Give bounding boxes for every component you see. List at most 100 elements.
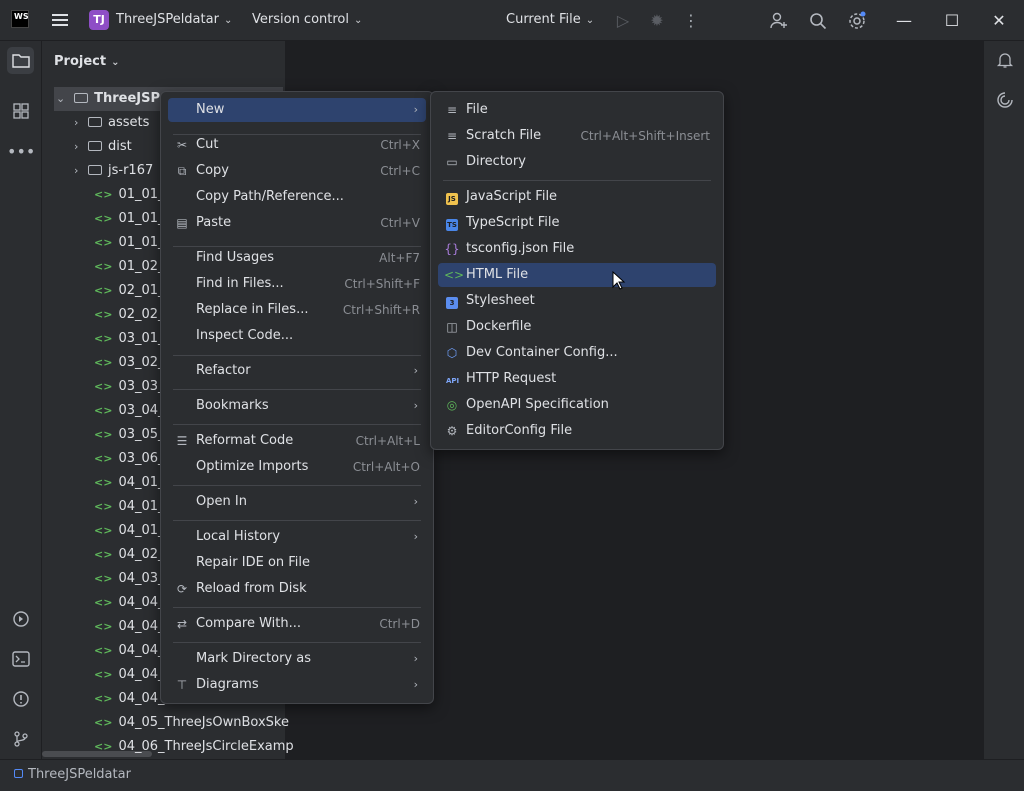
context-menu-item-replace-in-files[interactable]: Replace in Files... Ctrl+Shift+R: [168, 298, 426, 322]
new-menu-item-http-request[interactable]: API HTTP Request: [438, 367, 716, 391]
vcs-menu[interactable]: Version control ⌄: [252, 12, 362, 27]
tree-file[interactable]: <> 04_05_ThreeJsOwnBoxSke: [94, 711, 289, 735]
diagram-icon: ⊤: [176, 678, 188, 692]
tree-file-label: 04_05_ThreeJsOwnBoxSke: [118, 715, 289, 730]
new-menu-item-openapi-specification[interactable]: ◎ OpenAPI Specification: [438, 393, 716, 417]
context-menu-item-bookmarks[interactable]: Bookmarks ›: [168, 394, 426, 418]
menu-item-label: Refactor: [196, 363, 251, 378]
context-menu-item-local-history[interactable]: Local History ›: [168, 525, 426, 549]
context-menu-item-paste[interactable]: ▤ Paste Ctrl+V: [168, 211, 426, 235]
services-icon[interactable]: [7, 606, 34, 633]
settings-icon[interactable]: [846, 10, 868, 32]
status-breadcrumb[interactable]: ThreeJSPeldatar: [28, 767, 131, 782]
menu-item-label: EditorConfig File: [466, 423, 573, 438]
project-switcher[interactable]: ThreeJSPeldatar ⌄: [116, 12, 232, 27]
menu-item-label: Scratch File: [466, 128, 542, 143]
context-menu-item-find-in-files[interactable]: Find in Files... Ctrl+Shift+F: [168, 272, 426, 296]
context-menu-item-cut[interactable]: ✂ Cut Ctrl+X: [168, 133, 426, 157]
menu-item-shortcut: Ctrl+D: [379, 617, 420, 631]
chevron-right-icon: ›: [74, 164, 79, 177]
add-user-icon[interactable]: [768, 10, 790, 32]
new-menu-item-dockerfile[interactable]: ◫ Dockerfile: [438, 315, 716, 339]
menu-item-label: Mark Directory as: [196, 651, 311, 666]
project-folder-icon[interactable]: [7, 47, 34, 74]
search-icon[interactable]: [807, 10, 829, 32]
menu-item-label: Local History: [196, 529, 281, 544]
debug-icon[interactable]: ✹: [646, 10, 668, 32]
new-menu-item-editorconfig-file[interactable]: ⚙ EditorConfig File: [438, 419, 716, 443]
menu-item-shortcut: Ctrl+Alt+Shift+Insert: [580, 129, 710, 143]
new-menu-item-tsconfig-json-file[interactable]: {} tsconfig.json File: [438, 237, 716, 261]
new-menu-item-javascript-file[interactable]: JS JavaScript File: [438, 185, 716, 209]
new-menu-item-scratch-file[interactable]: ≡ Scratch File Ctrl+Alt+Shift+Insert: [438, 124, 716, 148]
context-menu-item-reformat-code[interactable]: ☰ Reformat Code Ctrl+Alt+L: [168, 429, 426, 453]
tree-folder[interactable]: › dist: [74, 135, 132, 159]
tree-folder[interactable]: › js-r167: [74, 159, 153, 183]
context-menu-item-mark-directory-as[interactable]: Mark Directory as ›: [168, 647, 426, 671]
gear-icon: ⚙: [446, 424, 458, 438]
structure-icon[interactable]: [7, 98, 34, 125]
menu-item-label: Repair IDE on File: [196, 555, 311, 570]
context-menu-item-optimize-imports[interactable]: Optimize Imports Ctrl+Alt+O: [168, 455, 426, 479]
context-menu-item-compare-with[interactable]: ⇄ Compare With... Ctrl+D: [168, 612, 426, 636]
problems-icon[interactable]: [7, 686, 34, 713]
new-menu-item-file[interactable]: ≡ File: [438, 98, 716, 122]
new-menu-item-html-file[interactable]: <> HTML File: [438, 263, 716, 287]
folder-icon: [88, 165, 102, 175]
context-menu-item-open-in[interactable]: Open In ›: [168, 490, 426, 514]
hamburger-icon[interactable]: [50, 11, 70, 29]
menu-separator: [173, 520, 421, 521]
ai-assistant-icon[interactable]: [991, 87, 1018, 114]
close-icon[interactable]: ✕: [988, 10, 1010, 32]
terminal-icon[interactable]: [7, 646, 34, 673]
menu-item-label: Optimize Imports: [196, 459, 309, 474]
html-file-icon: <>: [94, 716, 113, 729]
context-menu-item-copy-path-reference[interactable]: Copy Path/Reference...: [168, 185, 426, 209]
run-icon[interactable]: ▷: [612, 10, 634, 32]
html-file-icon: <>: [94, 212, 113, 225]
context-menu-item-reload-from-disk[interactable]: ⟳ Reload from Disk: [168, 577, 426, 601]
html-file-icon: <>: [94, 308, 113, 321]
html-file-icon: <>: [94, 188, 113, 201]
more-icon[interactable]: ⋮: [680, 10, 702, 32]
context-menu-item-new[interactable]: New ›: [168, 98, 426, 122]
more-tools-icon[interactable]: •••: [7, 138, 35, 165]
menu-item-label: HTTP Request: [466, 371, 557, 386]
context-menu-item-repair-ide-on-file[interactable]: Repair IDE on File: [168, 551, 426, 575]
menu-item-label: Find Usages: [196, 250, 275, 265]
html-file-icon: <>: [94, 644, 113, 657]
menu-item-label: Copy Path/Reference...: [196, 189, 344, 204]
tool-window-strip-right: [983, 41, 1024, 759]
javascript-icon: JS: [444, 185, 460, 209]
title-bar: WS TJ ThreeJSPeldatar ⌄ Version control ⌄ …: [0, 0, 1024, 41]
html-file-icon: <>: [94, 548, 113, 561]
new-menu-item-directory[interactable]: ▭ Directory: [438, 150, 716, 174]
project-panel-title[interactable]: Project ⌄: [54, 54, 119, 69]
new-menu-item-dev-container-config[interactable]: ⬡ Dev Container Config...: [438, 341, 716, 365]
tree-folder[interactable]: › assets: [74, 111, 149, 135]
folder-icon: [88, 141, 102, 151]
notifications-icon[interactable]: [991, 47, 1018, 74]
vcs-label: Version control: [252, 12, 349, 27]
context-menu-item-diagrams[interactable]: ⊤ Diagrams ›: [168, 673, 426, 697]
git-branch-icon[interactable]: [7, 726, 34, 753]
menu-separator: [173, 607, 421, 608]
maximize-icon[interactable]: ☐: [941, 10, 963, 32]
run-config-selector[interactable]: Current File ⌄: [506, 12, 594, 27]
chevron-right-icon: ›: [413, 399, 418, 412]
file-icon: ≡: [446, 103, 458, 117]
context-menu-item-copy[interactable]: ⧉ Copy Ctrl+C: [168, 159, 426, 183]
menu-item-label: tsconfig.json File: [466, 241, 575, 256]
new-menu-item-stylesheet[interactable]: 3 Stylesheet: [438, 289, 716, 313]
menu-item-label: Paste: [196, 215, 232, 230]
project-badge[interactable]: TJ: [89, 10, 109, 30]
context-menu-item-inspect-code[interactable]: Inspect Code...: [168, 324, 426, 348]
menu-item-label: New: [196, 102, 225, 117]
context-menu-item-find-usages[interactable]: Find Usages Alt+F7: [168, 246, 426, 270]
tree-file[interactable]: <> 04_06_ThreeJsCircleExamp: [94, 735, 294, 759]
project-panel-title-label: Project: [54, 54, 107, 69]
new-menu-item-typescript-file[interactable]: TS TypeScript File: [438, 211, 716, 235]
minimize-icon[interactable]: —: [893, 10, 915, 32]
typescript-icon: TS: [446, 219, 458, 231]
context-menu-item-refactor[interactable]: Refactor ›: [168, 359, 426, 383]
